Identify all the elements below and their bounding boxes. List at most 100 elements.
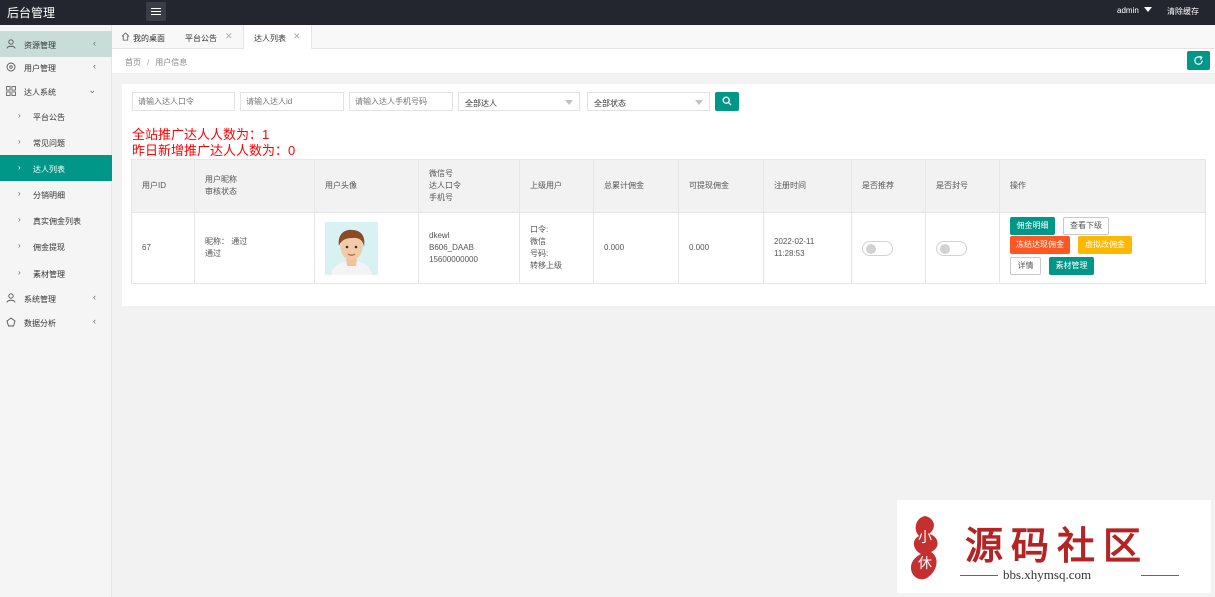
clear-cache-link[interactable]: 清除缓存 — [1167, 6, 1199, 17]
chevron-right-icon: › — [18, 268, 21, 277]
sidebar-item-label: 素材管理 — [33, 270, 65, 279]
detail-button[interactable]: 详情 — [1010, 257, 1041, 275]
tab-desktop[interactable]: 我的桌面 — [112, 25, 174, 49]
cell-withdrawable: 0.000 — [678, 212, 764, 284]
menu-toggle-button[interactable] — [146, 2, 166, 21]
virtual-commission-button[interactable]: 虚拟改佣金 — [1078, 236, 1132, 254]
sidebar-item-talent-list[interactable]: › 达人列表 — [0, 155, 112, 181]
header-parent: 上级用户 — [519, 159, 594, 213]
sidebar-item-withdraw[interactable]: › 佣金提现 — [0, 233, 112, 259]
header-phone: 手机号 — [429, 193, 453, 202]
tab-talent-list[interactable]: 达人列表 ✕ — [243, 25, 312, 50]
header-actions: 操作 — [999, 159, 1206, 213]
top-navbar: 后台管理 admin 清除缓存 — [0, 0, 1215, 25]
material-button[interactable]: 素材管理 — [1049, 257, 1094, 275]
cell-parent-phone: 号码: — [530, 249, 549, 258]
watermark: 小 休 源码社区 bbs.xhymsq.com — [897, 500, 1211, 593]
hamburger-icon-bar — [151, 11, 161, 12]
cell-register-time: 2022-02-11 11:28:53 — [763, 212, 852, 284]
cell-avatar — [314, 212, 419, 284]
ban-toggle[interactable] — [936, 240, 967, 256]
refresh-icon — [1194, 55, 1203, 65]
cell-contact: dkewl B606_DAAB 15600000000 — [418, 212, 520, 284]
header-user-id: 用户ID — [131, 159, 195, 213]
user-icon — [6, 39, 16, 49]
chevron-left-icon: ‹ — [93, 292, 96, 302]
chevron-right-icon: › — [18, 111, 21, 120]
header-contact: 微信号达人口令手机号 — [418, 159, 520, 213]
chevron-left-icon: ‹ — [93, 61, 96, 71]
chart-icon — [6, 317, 16, 327]
toggle-knob — [940, 243, 950, 254]
view-subordinates-button[interactable]: 查看下级 — [1063, 217, 1109, 235]
sidebar-item-announcements[interactable]: › 平台公告 — [0, 103, 112, 129]
tab-label: 达人列表 — [254, 34, 286, 43]
tab-announcements[interactable]: 平台公告 ✕ — [174, 25, 244, 49]
recommend-toggle[interactable] — [862, 240, 893, 256]
user-menu[interactable]: admin — [1117, 6, 1139, 15]
caret-down-icon[interactable] — [1144, 7, 1152, 12]
cell-actions: 佣金明细 查看下级 冻结达现佣金 虚拟改佣金 详情 素材管理 — [999, 212, 1206, 284]
header-wechat: 微信号 — [429, 169, 453, 178]
breadcrumb-separator: / — [147, 58, 150, 67]
seal-logo: 小 休 — [911, 516, 938, 580]
chevron-right-icon: › — [18, 163, 21, 172]
cell-nickname: 昵称： 通过 — [205, 237, 248, 246]
header-nickname-audit: 用户昵称 审核状态 — [194, 159, 315, 213]
watermark-url: bbs.xhymsq.com — [1003, 567, 1092, 582]
cell-register-date: 2022-02-11 — [774, 237, 815, 246]
breadcrumb: 首页 / 用户信息 — [125, 57, 187, 68]
chevron-left-icon: ‹ — [93, 316, 96, 326]
commission-detail-button[interactable]: 佣金明细 — [1010, 217, 1055, 235]
sidebar-item-label: 佣金提现 — [33, 243, 65, 252]
move-parent-link[interactable]: 转移上级 — [530, 260, 583, 272]
cell-nickname-audit: 昵称： 通过 通过 — [194, 212, 315, 284]
cell-register-clock: 11:28:53 — [774, 249, 805, 258]
talent-phone-input[interactable] — [349, 92, 453, 111]
search-button[interactable] — [715, 92, 739, 111]
select-value: 全部状态 — [594, 99, 626, 108]
new-talent-count: 昨日新增推广达人人数为：0 — [132, 143, 296, 158]
user-icon — [6, 293, 16, 303]
sidebar-item-talent-system[interactable]: 达人系统 ⌄ — [0, 78, 112, 104]
chevron-right-icon: › — [18, 241, 21, 250]
sidebar-item-faq[interactable]: › 常见问题 — [0, 129, 112, 155]
cell-total-commission: 0.000 — [593, 212, 679, 284]
header-total-commission: 总累计佣金 — [593, 159, 679, 213]
app-brand: 后台管理 — [7, 6, 56, 20]
globe-icon — [6, 62, 16, 72]
header-recommend: 是否推荐 — [851, 159, 926, 213]
freeze-commission-button[interactable]: 冻结达现佣金 — [1010, 236, 1070, 254]
cell-phone: 15600000000 — [429, 255, 478, 264]
sidebar-item-distribution[interactable]: › 分销明细 — [0, 181, 112, 207]
status-select[interactable]: 全部状态 — [587, 92, 710, 111]
talent-id-input[interactable] — [240, 92, 344, 111]
close-icon[interactable]: ✕ — [293, 31, 301, 42]
refresh-button[interactable] — [1187, 51, 1210, 70]
talent-table: 用户ID 用户昵称 审核状态 用户头像 微信号达人口令手机号 上级用户 总累计佣金… — [131, 159, 1206, 284]
sidebar-item-system[interactable]: 系统管理 ‹ — [0, 285, 112, 311]
talent-type-select[interactable]: 全部达人 — [458, 92, 580, 111]
cell-parent: 口令: 微信 号码: 转移上级 — [519, 212, 594, 284]
talent-code-input[interactable] — [132, 92, 235, 111]
chevron-down-icon — [695, 100, 703, 105]
sidebar-item-users[interactable]: 用户管理 ‹ — [0, 54, 112, 80]
sidebar-item-label: 分销明细 — [33, 191, 65, 200]
close-icon[interactable]: ✕ — [225, 31, 233, 42]
sidebar-item-label: 平台公告 — [33, 113, 65, 122]
sidebar-item-analytics[interactable]: 数据分析 ‹ — [0, 309, 112, 335]
search-icon — [722, 96, 732, 106]
cell-banned — [925, 212, 1000, 284]
header-avatar: 用户头像 — [314, 159, 419, 213]
chevron-left-icon: ‹ — [93, 38, 96, 48]
main-card: 全部达人 全部状态 全站推广达人人数为：1 昨日新增推广达人人数为：0 用户ID… — [122, 84, 1215, 306]
watermark-title: 源码社区 — [965, 524, 1150, 568]
breadcrumb-home[interactable]: 首页 — [125, 58, 141, 67]
header-code: 达人口令 — [429, 181, 461, 190]
home-icon — [121, 32, 130, 41]
divider — [1141, 575, 1179, 576]
header-register-time: 注册时间 — [763, 159, 852, 213]
seal-text-1: 小 — [918, 530, 932, 546]
sidebar-item-commission-list[interactable]: › 真实佣金列表 — [0, 207, 112, 233]
sidebar-item-materials[interactable]: › 素材管理 — [0, 260, 112, 286]
